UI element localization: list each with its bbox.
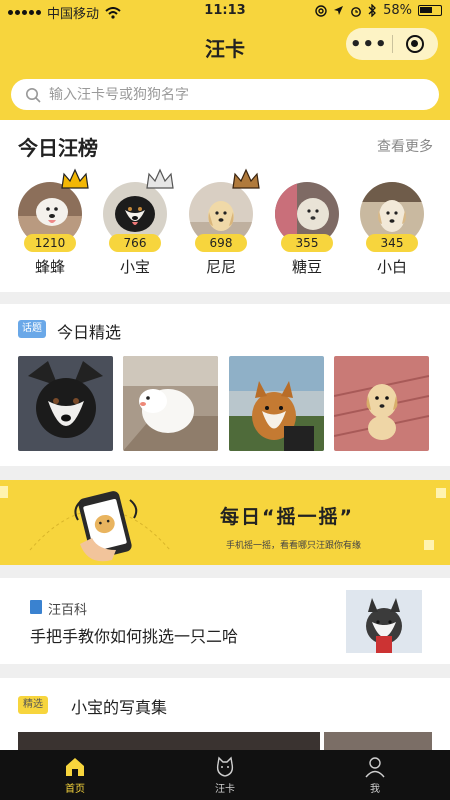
battery-icon <box>418 5 442 16</box>
dog-name: 小宝 <box>119 258 150 276</box>
phone-shake-illustration <box>0 486 171 562</box>
location-icon <box>334 6 344 15</box>
bronze-crown-icon <box>232 168 260 189</box>
article-thumbnail <box>346 590 422 653</box>
book-icon <box>30 600 42 614</box>
dog-name: 蜂蜂 <box>34 258 65 276</box>
user-icon <box>365 757 385 778</box>
top-bar: 中国移动 11:13 58% 汪卡 ••• <box>0 0 450 120</box>
alarm-icon <box>351 6 361 17</box>
dog-name: 糖豆 <box>291 258 322 276</box>
album-photo-strip[interactable] <box>18 732 432 750</box>
more-button[interactable]: ••• <box>346 34 392 55</box>
status-bar: 中国移动 11:13 58% <box>0 0 450 22</box>
daily-ranking-section: 今日汪榜 查看更多 1210 蜂蜂 766 小宝 698 尼尼 355 糖豆 3… <box>0 120 450 292</box>
shake-banner[interactable]: 每日“摇一摇” 手机摇一摇，看看哪只汪跟你有缘 <box>0 480 450 565</box>
close-miniprogram-button[interactable] <box>392 35 438 53</box>
view-more-link[interactable]: 查看更多 <box>377 136 433 156</box>
tab-label: 我 <box>370 784 380 795</box>
article-title: 手把手教你如何挑选一只二哈 <box>30 627 239 646</box>
search-bar[interactable] <box>11 79 439 110</box>
album-title: 小宝的写真集 <box>71 698 168 717</box>
score-badge: 355 <box>281 234 333 252</box>
ranking-item[interactable]: 1210 蜂蜂 <box>16 168 89 282</box>
bluetooth-icon <box>368 4 377 17</box>
featured-photo[interactable] <box>123 356 218 451</box>
featured-photo[interactable] <box>334 356 429 451</box>
tab-label: 汪卡 <box>215 784 235 795</box>
tab-home[interactable]: 首页 <box>0 750 150 800</box>
dog-face-icon <box>216 756 234 777</box>
topic-tag: 话题 <box>18 320 46 338</box>
decorative-squares <box>424 488 446 550</box>
score-badge: 766 <box>109 234 161 252</box>
at-icon <box>315 4 327 17</box>
tab-bar: 首页 汪卡 我 <box>0 750 450 800</box>
ranking-item[interactable]: 698 尼尼 <box>187 168 260 282</box>
ranking-item[interactable]: 355 糖豆 <box>273 182 341 282</box>
tab-label: 首页 <box>65 784 85 795</box>
ranking-item[interactable]: 345 小白 <box>358 182 426 282</box>
banner-subtitle: 手机摇一摇，看看哪只汪跟你有缘 <box>226 541 362 551</box>
featured-photo[interactable] <box>18 356 113 451</box>
search-icon <box>26 87 41 103</box>
score-badge: 698 <box>195 234 247 252</box>
featured-title: 今日精选 <box>57 323 122 342</box>
home-icon <box>66 758 84 776</box>
gold-crown-icon <box>61 168 89 189</box>
ranking-item[interactable]: 766 小宝 <box>101 168 174 282</box>
dog-name: 尼尼 <box>205 258 236 276</box>
miniprogram-capsule: ••• <box>346 28 438 60</box>
banner-title: 每日“摇一摇” <box>220 506 354 528</box>
featured-section: 话题 今日精选 <box>0 304 450 466</box>
dog-name: 小白 <box>376 258 407 276</box>
article-category: 汪百科 <box>48 603 88 618</box>
score-badge: 1210 <box>24 234 76 252</box>
tab-me[interactable]: 我 <box>300 750 450 800</box>
tab-wangka[interactable]: 汪卡 <box>150 750 300 800</box>
featured-photo[interactable] <box>229 356 324 451</box>
target-icon <box>406 35 425 53</box>
search-input[interactable] <box>49 86 409 103</box>
album-section: 精选 小宝的写真集 <box>0 678 450 750</box>
wiki-article-card[interactable]: 汪百科 手把手教你如何挑选一只二哈 <box>0 578 450 664</box>
ranking-title: 今日汪榜 <box>18 136 98 160</box>
score-badge: 345 <box>366 234 418 252</box>
battery-percent: 58% <box>383 3 412 18</box>
featured-tag: 精选 <box>18 696 48 714</box>
silver-crown-icon <box>146 168 174 189</box>
